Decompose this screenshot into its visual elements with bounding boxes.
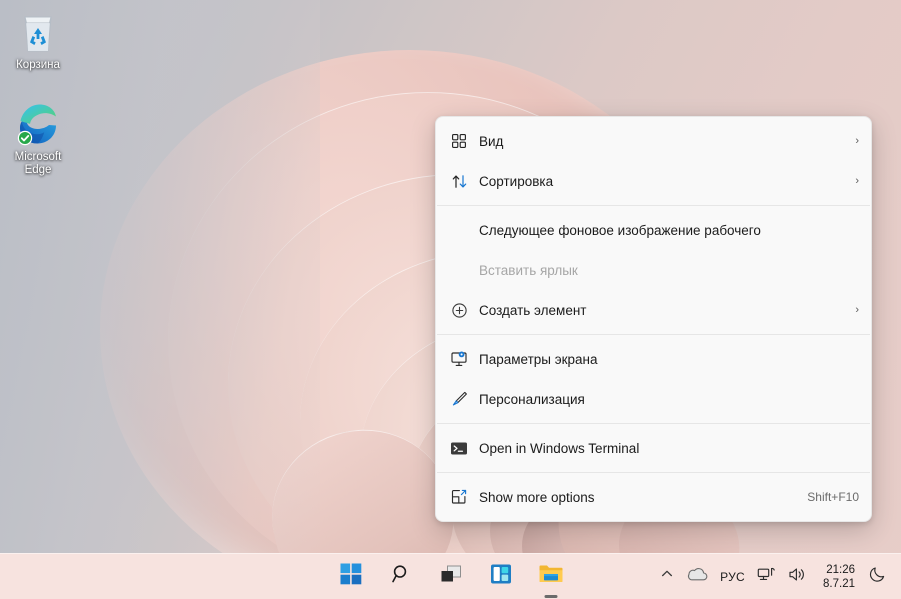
windows-logo-icon [340, 563, 362, 590]
context-menu-item-label: Создать элемент [479, 302, 587, 318]
chevron-right-icon: › [855, 174, 859, 187]
search-icon [390, 563, 412, 590]
menu-separator [437, 205, 870, 206]
network-icon [757, 566, 776, 588]
taskbar[interactable]: РУС 21:26 8.7.21 [0, 553, 901, 599]
tray-volume-button[interactable] [782, 560, 813, 594]
context-menu-item-new[interactable]: Создать элемент › [436, 290, 871, 330]
display-settings-icon [446, 347, 472, 371]
tray-language-button[interactable]: РУС [714, 560, 751, 594]
context-menu-item-view[interactable]: Вид › [436, 121, 871, 161]
context-menu-item-label: Вид [479, 133, 504, 149]
context-menu-item-windows-terminal[interactable]: Open in Windows Terminal [436, 428, 871, 468]
onedrive-cloud-icon [686, 566, 708, 587]
start-button[interactable] [334, 560, 368, 594]
menu-separator [437, 472, 870, 473]
context-menu-item-paste-shortcut: Вставить ярлык [436, 250, 871, 290]
show-more-icon [446, 485, 472, 509]
widgets-icon [490, 563, 512, 590]
context-menu-item-accelerator: Shift+F10 [807, 490, 859, 504]
context-menu-item-label: Следующее фоновое изображение рабочего [479, 222, 761, 238]
menu-separator [437, 423, 870, 424]
no-icon [446, 218, 472, 242]
context-menu-item-label: Вставить ярлык [479, 262, 578, 278]
clock-date: 8.7.21 [823, 577, 855, 590]
tray-overflow-button[interactable] [654, 560, 680, 594]
task-view-icon [439, 563, 463, 590]
context-menu-item-label: Show more options [479, 489, 595, 505]
context-menu-item-label: Open in Windows Terminal [479, 440, 640, 456]
desktop[interactable]: Корзина Microsoft Edge Вид › Сортировка … [0, 0, 901, 599]
sort-arrows-icon [446, 169, 472, 193]
task-view-button[interactable] [434, 560, 468, 594]
grid-view-icon [446, 129, 472, 153]
context-menu-item-sort[interactable]: Сортировка › [436, 161, 871, 201]
tray-language-label: РУС [720, 569, 746, 584]
desktop-icon-microsoft-edge[interactable]: Microsoft Edge [0, 100, 76, 177]
plus-circle-icon [446, 298, 472, 322]
desktop-icon-recycle-bin[interactable]: Корзина [0, 8, 76, 72]
file-explorer-icon [538, 563, 564, 590]
tray-network-button[interactable] [751, 560, 782, 594]
no-icon [446, 258, 472, 282]
context-menu-item-next-wallpaper[interactable]: Следующее фоновое изображение рабочего [436, 210, 871, 250]
chevron-right-icon: › [855, 303, 859, 316]
menu-separator [437, 334, 870, 335]
taskbar-pinned-apps [334, 560, 568, 598]
desktop-context-menu[interactable]: Вид › Сортировка › Следующее фоновое изо… [435, 116, 872, 522]
context-menu-item-show-more-options[interactable]: Show more options Shift+F10 [436, 477, 871, 517]
tray-onedrive-button[interactable] [680, 560, 714, 594]
context-menu-item-display-settings[interactable]: Параметры экрана [436, 339, 871, 379]
paintbrush-icon [446, 387, 472, 411]
recycle-bin-icon [0, 8, 76, 56]
volume-icon [788, 566, 807, 588]
context-menu-item-personalize[interactable]: Персонализация [436, 379, 871, 419]
app-active-indicator [544, 594, 557, 598]
desktop-icon-label: Microsoft Edge [14, 151, 62, 176]
moon-icon [869, 565, 887, 588]
context-menu-item-label: Персонализация [479, 391, 585, 407]
chevron-right-icon: › [855, 134, 859, 147]
chevron-up-icon [660, 567, 674, 586]
taskbar-clock[interactable]: 21:26 8.7.21 [813, 563, 863, 591]
context-menu-item-label: Параметры экрана [479, 351, 598, 367]
search-button[interactable] [384, 560, 418, 594]
clock-time: 21:26 [826, 563, 855, 576]
terminal-icon [446, 436, 472, 460]
widgets-button[interactable] [484, 560, 518, 594]
desktop-icon-label: Корзина [16, 59, 60, 71]
edge-icon [0, 100, 76, 148]
system-tray: РУС 21:26 8.7.21 [654, 554, 893, 599]
tray-notifications-button[interactable] [863, 560, 893, 594]
file-explorer-button[interactable] [534, 560, 568, 598]
context-menu-item-label: Сортировка [479, 173, 554, 189]
